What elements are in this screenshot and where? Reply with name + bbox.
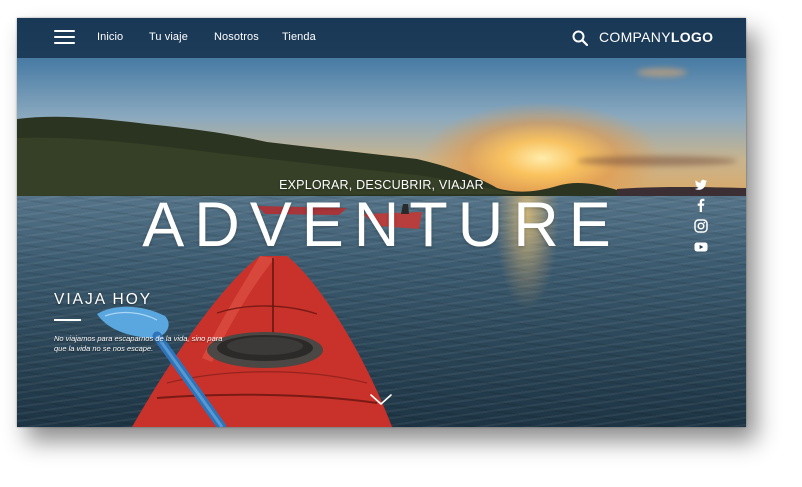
- top-nav: Inicio Tu viaje Nosotros Tienda COMPANYL…: [17, 18, 746, 58]
- nav-link-tu-viaje[interactable]: Tu viaje: [149, 31, 188, 43]
- facebook-icon[interactable]: [694, 198, 708, 212]
- feature-title: VIAJA HOY: [54, 291, 153, 308]
- nav-link-nosotros[interactable]: Nosotros: [214, 31, 259, 43]
- quote-line: No viajamos para escaparnos de la vida, …: [54, 334, 223, 343]
- company-logo[interactable]: COMPANYLOGO: [599, 29, 713, 45]
- instagram-icon[interactable]: [694, 219, 708, 233]
- title-underline: [54, 319, 81, 321]
- scroll-down-chevron-icon[interactable]: [369, 393, 393, 407]
- nav-link-inicio[interactable]: Inicio: [97, 31, 123, 43]
- hero-page: Inicio Tu viaje Nosotros Tienda COMPANYL…: [17, 18, 746, 427]
- hamburger-menu-icon[interactable]: [54, 30, 75, 45]
- search-icon[interactable]: [572, 30, 588, 46]
- quote-line: que la vida no se nos escape.: [54, 344, 154, 353]
- hero-title: ADVENTURE: [142, 190, 621, 260]
- feature-quote: No viajamos para escaparnos de la vida, …: [54, 334, 259, 354]
- nav-link-tienda[interactable]: Tienda: [282, 31, 316, 43]
- twitter-icon[interactable]: [694, 178, 708, 192]
- youtube-icon[interactable]: [694, 240, 708, 254]
